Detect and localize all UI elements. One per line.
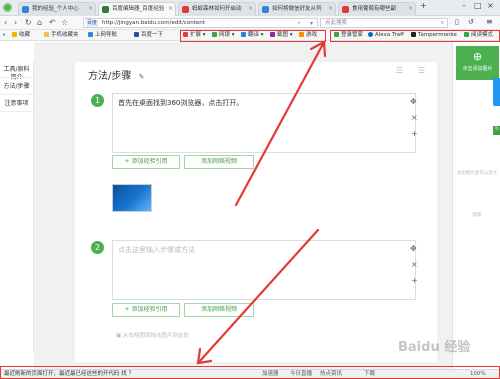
annotation-arrow [234,40,327,207]
annotation-arrow [196,228,320,365]
annotation-arrows [196,40,327,365]
watermark: Baidu 经验 [398,336,470,355]
annotation-box [0,366,500,379]
watermark-text: Baidu 经验 [398,340,471,355]
